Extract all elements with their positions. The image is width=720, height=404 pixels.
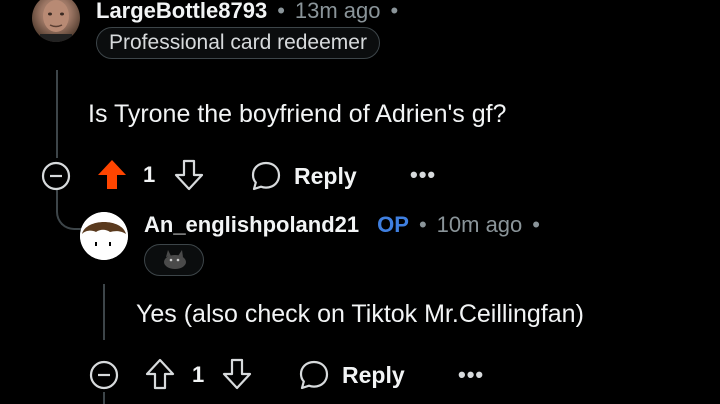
- reply-bubble-icon: [251, 161, 281, 191]
- comment-body: Yes (also check on Tiktok Mr.Ceillingfan…: [136, 300, 584, 328]
- avatar[interactable]: [32, 0, 80, 42]
- user-flair: Professional card redeemer: [96, 27, 380, 59]
- thread-line: [103, 284, 105, 340]
- upvote-icon: [145, 358, 175, 390]
- vote-count: 1: [192, 362, 205, 387]
- downvote-button[interactable]: [173, 158, 205, 197]
- avatar-photo: [40, 0, 72, 42]
- reply-bubble-icon: [299, 360, 329, 390]
- reply-button[interactable]: Reply: [298, 359, 405, 391]
- collapse-icon: [41, 161, 71, 191]
- reply-label: Reply: [342, 361, 405, 388]
- comment-body: Is Tyrone the boyfriend of Adrien's gf?: [88, 100, 507, 128]
- collapse-icon: [89, 360, 119, 390]
- cat-emoji-icon: [164, 250, 186, 269]
- upvote-icon: [98, 160, 126, 189]
- more-options-button[interactable]: •••: [410, 162, 436, 188]
- comment-header: An_englishpoland21 OP • 10m ago •: [144, 212, 540, 238]
- upvote-button[interactable]: [96, 158, 128, 197]
- reply-button[interactable]: Reply: [250, 160, 357, 192]
- username[interactable]: An_englishpoland21: [144, 212, 359, 238]
- collapse-button[interactable]: [88, 359, 120, 396]
- user-flair: [144, 244, 204, 276]
- separator-dot: •: [532, 212, 540, 237]
- downvote-icon: [222, 358, 252, 390]
- separator-dot: •: [277, 0, 285, 23]
- reply-label: Reply: [294, 162, 357, 189]
- downvote-button[interactable]: [221, 357, 253, 396]
- upvote-button[interactable]: [144, 357, 176, 396]
- separator-dot: •: [418, 212, 427, 237]
- timestamp: 10m ago: [436, 212, 523, 237]
- comment-header: LargeBottle8793 • 13m ago •: [96, 0, 398, 24]
- thread-line: [56, 70, 58, 158]
- username[interactable]: LargeBottle8793: [96, 0, 267, 24]
- avatar[interactable]: [80, 212, 128, 260]
- timestamp: 13m ago: [294, 0, 381, 23]
- collapse-button[interactable]: [40, 160, 72, 197]
- more-options-button[interactable]: •••: [458, 362, 484, 388]
- op-badge: OP: [377, 212, 409, 237]
- downvote-icon: [174, 159, 204, 191]
- avatar-drawing: [80, 212, 128, 260]
- vote-count: 1: [143, 162, 156, 187]
- separator-dot: •: [390, 0, 399, 23]
